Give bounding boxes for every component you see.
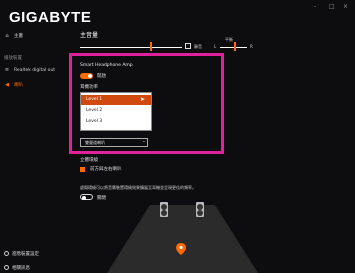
advanced-settings-icon bbox=[4, 251, 9, 256]
room-floor bbox=[107, 205, 258, 273]
speaker-cone-icon bbox=[161, 210, 167, 216]
info-link[interactable]: 相關訊息 bbox=[12, 265, 30, 271]
app-window: GIGABYTE - □ × ⌂ 主畫 播放裝置 ≡ Realtek digital… bbox=[0, 0, 355, 273]
room-illustration bbox=[107, 205, 258, 273]
speaker-cone-icon bbox=[197, 210, 203, 216]
info-icon bbox=[4, 265, 9, 270]
advanced-settings-link[interactable]: 進階裝置設定 bbox=[12, 251, 39, 257]
speaker-right-icon bbox=[196, 202, 204, 217]
speaker-left-icon bbox=[160, 202, 168, 217]
listener-pin-icon bbox=[176, 243, 186, 255]
